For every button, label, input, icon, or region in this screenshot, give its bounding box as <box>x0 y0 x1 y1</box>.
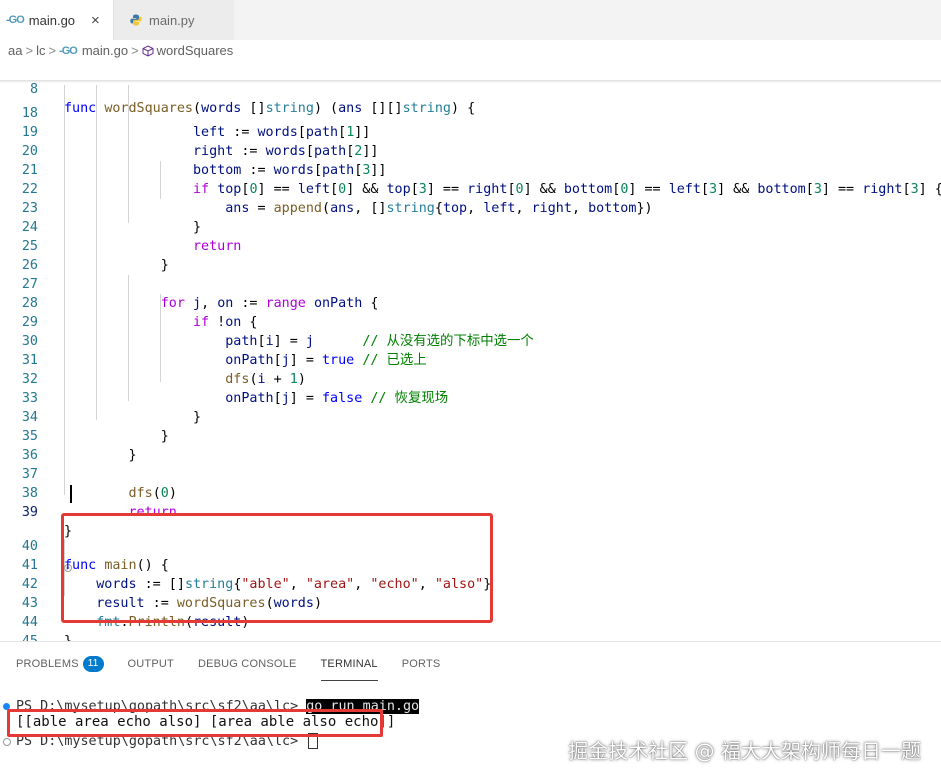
tab-output[interactable]: OUTPUT <box>128 658 174 680</box>
breadcrumb-item-main-go[interactable]: main.go <box>82 43 128 58</box>
go-icon: -GO <box>59 44 78 57</box>
breadcrumb-item-lc[interactable]: lc <box>36 43 45 58</box>
tab-problems-label: PROBLEMS <box>16 658 79 670</box>
chevron-right-icon: > <box>25 43 34 58</box>
tab-terminal[interactable]: TERMINAL <box>320 658 378 681</box>
breadcrumb-item-wordsquares[interactable]: wordSquares <box>157 43 234 58</box>
tab-main-go[interactable]: -GO main.go × <box>0 0 113 40</box>
code-line: 43 fmt.Println(result) <box>0 575 250 630</box>
editor-tab-bar: -GO main.go × main.py <box>0 0 941 40</box>
code-line: 45 <box>0 613 38 649</box>
code-line: 23 } <box>0 180 201 235</box>
code-line: 34 } <box>0 389 169 444</box>
function-cube-icon <box>142 44 154 57</box>
code-line: 38 return <box>0 465 177 520</box>
output-highlight-box <box>7 709 383 737</box>
tab-main-py[interactable]: main.py <box>113 0 234 40</box>
tab-problems[interactable]: PROBLEMS 11 <box>16 656 104 680</box>
code-line: 39 } <box>0 484 72 539</box>
code-line: 22 ans = append(ans, []string{top, left,… <box>0 161 653 216</box>
code-line: 42 result := wordSquares(words) <box>0 556 322 611</box>
code-line: 40 func main() { <box>0 518 169 573</box>
tab-ports[interactable]: PORTS <box>402 658 441 680</box>
code-line: 37 dfs(0) <box>0 446 177 501</box>
code-line: 26 <box>0 237 38 273</box>
code-line: 28 if !on { <box>0 275 258 330</box>
main-func-highlight-box <box>61 513 493 623</box>
code-line: 41 words := []string{"able", "area", "ec… <box>0 537 491 592</box>
breadcrumb-item-aa[interactable]: aa <box>8 43 22 58</box>
python-icon <box>130 14 142 26</box>
tab-debug-console[interactable]: DEBUG CONSOLE <box>198 658 297 680</box>
code-line: 32 onPath[j] = false // 恢复现场 <box>0 351 448 406</box>
breadcrumb: aa > lc > -GO main.go > wordSquares <box>0 40 941 61</box>
code-line: 44 } <box>0 594 72 649</box>
problems-count-badge: 11 <box>82 656 104 672</box>
text-cursor <box>70 485 72 503</box>
code-line: 25 } <box>0 218 169 273</box>
code-line: 19 right := words[path[2]] <box>0 104 379 159</box>
close-icon[interactable]: × <box>91 12 100 29</box>
chevron-right-icon: > <box>131 43 139 58</box>
tab-label: main.go <box>28 12 76 28</box>
sticky-scroll-shadow <box>0 80 941 83</box>
code-line: 30 onPath[j] = true // 已选上 <box>0 313 427 368</box>
command-status-dot[interactable] <box>3 738 11 746</box>
code-line: 36 <box>0 427 38 463</box>
code-line: 35 } <box>0 408 137 463</box>
tab-label: main.py <box>149 12 195 28</box>
code-line: 24 return <box>0 199 242 254</box>
code-line: 20 bottom := words[path[3]] <box>0 123 387 178</box>
chevron-right-icon: > <box>48 43 57 58</box>
code-line: 18 left := words[path[1]] <box>0 85 371 140</box>
code-line: 8 func wordSquares(words []string) (ans … <box>0 61 475 116</box>
code-line: 27 for j, on := range onPath { <box>0 256 379 311</box>
code-line: 29 path[i] = j // 从没有选的下标中选一个 <box>0 294 534 349</box>
code-line: 21 if top[0] == left[0] && top[3] == rig… <box>0 142 941 197</box>
code-line: 33 } <box>0 370 201 425</box>
panel-tabs: PROBLEMS 11 OUTPUT DEBUG CONSOLE TERMINA… <box>16 656 464 681</box>
go-icon: -GO <box>6 14 25 26</box>
code-line: 31 dfs(i + 1) <box>0 332 306 387</box>
watermark: 掘金技术社区 @ 福大大架构师每日一题 <box>568 739 921 763</box>
